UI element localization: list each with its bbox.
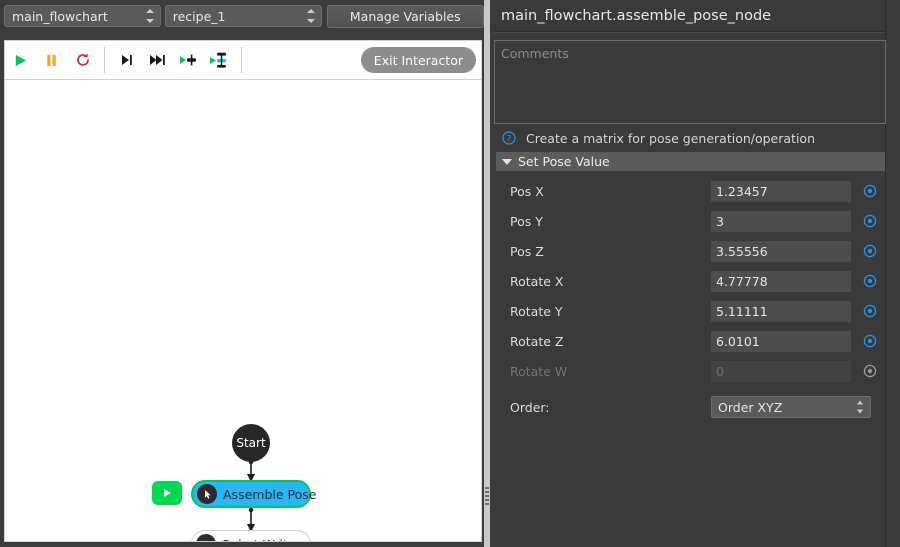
field-label: Rotate W [510, 363, 568, 379]
section-set-pose-value[interactable]: Set Pose Value [496, 152, 892, 171]
flowchart-edges [247, 459, 255, 532]
spinner-icon [146, 9, 155, 23]
target-link-icon[interactable] [862, 243, 878, 259]
node-assemble-pose-label: Assemble Pose [223, 486, 317, 502]
recipe-select-value: recipe_1 [172, 8, 226, 24]
field-label: Rotate Y [510, 303, 563, 319]
pos-y-input[interactable] [711, 210, 851, 232]
hint-text: Create a matrix for pose generation/oper… [526, 130, 815, 146]
field-row-pos-y: Pos Y [496, 206, 892, 236]
target-link-icon[interactable] [862, 183, 878, 199]
splitter-grip-icon [485, 487, 489, 505]
field-row-rotate-w: Rotate W [496, 356, 892, 386]
pose-fields: Pos X Pos Y [496, 176, 892, 422]
cursor-node-icon [197, 484, 217, 504]
run-to-node-icon [179, 54, 196, 66]
step-button[interactable] [111, 43, 142, 77]
run-node-badge[interactable] [152, 481, 182, 505]
manage-variables-button[interactable]: Manage Variables [326, 4, 484, 28]
section-title: Set Pose Value [518, 154, 610, 169]
run-selected-node-icon [209, 52, 226, 68]
target-link-icon [862, 363, 878, 379]
node-robot-write[interactable]: Robot Write [191, 530, 311, 542]
play-icon [164, 489, 171, 497]
pos-x-input[interactable] [711, 180, 851, 202]
recipe-select[interactable]: recipe_1 [164, 5, 322, 27]
step-controls [111, 41, 235, 79]
pos-z-input[interactable] [711, 240, 851, 262]
field-row-rotate-z: Rotate Z [496, 326, 892, 356]
caret-down-icon [502, 158, 512, 165]
spinner-icon [307, 9, 316, 23]
field-row-pos-x: Pos X [496, 176, 892, 206]
exit-interactor-button[interactable]: Exit Interactor [360, 47, 476, 73]
spinner-icon [856, 400, 864, 414]
rotate-w-input [711, 360, 851, 382]
toolbar-separator [104, 47, 105, 73]
svg-text:?: ? [507, 134, 512, 144]
hint-row: ? Create a matrix for pose generation/op… [496, 128, 896, 148]
page-title: main_flowchart.assemble_pose_node [501, 8, 772, 24]
order-select-value: Order XYZ [718, 399, 783, 415]
field-row-pos-z: Pos Z [496, 236, 892, 266]
top-toolbar: main_flowchart recipe_1 Manage Variables [0, 0, 484, 32]
run-to-node-button[interactable] [173, 43, 204, 77]
rotate-y-input[interactable] [711, 300, 851, 322]
step-fast-button[interactable] [142, 43, 173, 77]
field-label: Rotate Z [510, 333, 564, 349]
playback-controls [5, 41, 98, 79]
node-start-label: Start [236, 436, 266, 450]
field-label: Rotate X [510, 273, 564, 289]
toolbar-separator [241, 47, 242, 73]
reload-icon [76, 53, 89, 66]
field-label: Pos Z [510, 243, 544, 259]
run-button[interactable] [5, 43, 36, 77]
step-fast-forward-icon [149, 55, 165, 65]
rotate-z-input[interactable] [711, 330, 851, 352]
robot-write-icon [196, 534, 216, 541]
target-link-icon[interactable] [862, 213, 878, 229]
field-row-rotate-x: Rotate X [496, 266, 892, 296]
flowchart-canvas[interactable]: Start Assemble Pose [4, 80, 482, 542]
comments-input[interactable] [494, 40, 886, 124]
order-select[interactable]: Order XYZ [711, 396, 871, 418]
app-window: main_flowchart recipe_1 Manage Variables [0, 0, 900, 547]
order-row: Order: Order XYZ [496, 392, 892, 422]
order-label: Order: [510, 399, 550, 415]
flowchart-select-value: main_flowchart [12, 8, 108, 24]
node-assemble-pose[interactable]: Assemble Pose [191, 480, 316, 508]
node-robot-write-label: Robot Write [222, 537, 296, 542]
right-edge-gutter [885, 0, 900, 547]
pause-icon [47, 54, 56, 66]
node-start[interactable]: Start [232, 424, 270, 462]
field-row-rotate-y: Rotate Y [496, 296, 892, 326]
field-label: Pos X [510, 183, 544, 199]
play-icon [15, 54, 27, 66]
rotate-x-input[interactable] [711, 270, 851, 292]
help-circle-icon: ? [501, 130, 517, 146]
flowchart-pane: main_flowchart recipe_1 Manage Variables [0, 0, 484, 547]
pause-button[interactable] [36, 43, 67, 77]
execution-toolbar: Exit Interactor [4, 40, 482, 80]
run-selected-node-button[interactable] [204, 43, 235, 77]
field-label: Pos Y [510, 213, 543, 229]
title-divider-highlight [494, 32, 894, 33]
target-link-icon[interactable] [862, 273, 878, 289]
flowchart-select[interactable]: main_flowchart [4, 5, 161, 27]
target-link-icon[interactable] [862, 303, 878, 319]
reset-button[interactable] [67, 43, 98, 77]
step-over-icon [121, 55, 132, 65]
target-link-icon[interactable] [862, 333, 878, 349]
flowchart-graph: Start Assemble Pose [5, 80, 481, 542]
